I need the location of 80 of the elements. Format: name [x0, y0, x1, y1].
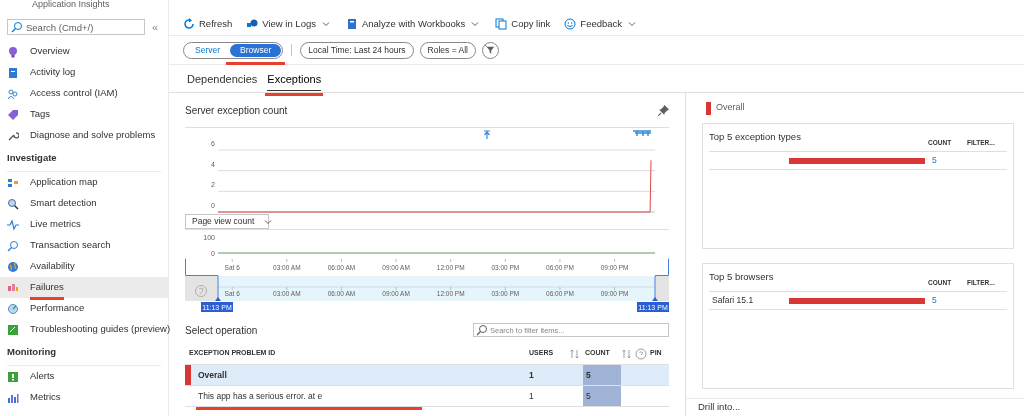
table-cell: This app has a serious error. at e	[198, 389, 323, 403]
guide-icon	[7, 323, 19, 336]
chart-title: Server exception count	[185, 103, 288, 118]
selection-marker	[185, 365, 191, 385]
sidebar-item[interactable]: Availability	[0, 256, 168, 277]
toolbar-button[interactable]: Analyze with Workbooks	[345, 16, 482, 31]
card-title: Top 5 exception types	[709, 130, 801, 144]
section-heading: Monitoring	[7, 345, 57, 360]
toolbar-button[interactable]: Feedback	[564, 16, 639, 31]
sidebar-item[interactable]: Troubleshooting guides (preview)	[0, 319, 168, 340]
count-link[interactable]: 5	[932, 294, 937, 307]
magnifier-icon	[7, 197, 19, 210]
bulb-icon	[7, 45, 19, 58]
sidebar-item[interactable]: Access control (IAM)	[0, 83, 168, 104]
range-handle[interactable]	[652, 276, 658, 302]
help-icon	[635, 347, 647, 360]
search-icon	[11, 21, 23, 33]
legend-swatch	[706, 101, 711, 115]
pulse-icon	[7, 218, 19, 231]
sidebar-item[interactable]: Overview	[0, 41, 168, 62]
bar-chart-icon	[7, 391, 19, 404]
sidebar-item[interactable]: Smart detection	[0, 193, 168, 214]
sidebar-item[interactable]: Performance	[0, 298, 168, 319]
sidebar-item[interactable]: Live metrics	[0, 214, 168, 235]
sidebar-item[interactable]: Tags	[0, 104, 168, 125]
search-icon	[476, 324, 488, 336]
table-cell: 5	[583, 365, 621, 385]
table-cell: Overall	[198, 368, 227, 382]
sidebar-item[interactable]: Alerts	[0, 366, 168, 387]
toolbar-button[interactable]: Copy link	[495, 16, 551, 31]
toolbar-button[interactable]: View in Logs	[246, 16, 332, 31]
table-row[interactable]: This app has a serious error. at e 1 5	[185, 386, 669, 407]
tab[interactable]: Exceptions	[267, 71, 322, 88]
range-handle[interactable]	[215, 276, 221, 302]
table-cell-text: Safari 15.1	[711, 294, 755, 307]
sort-icon	[621, 347, 633, 360]
drill-label: Drill into...	[698, 400, 741, 415]
people-icon	[7, 87, 19, 100]
table-cell: 5	[583, 386, 621, 406]
tag-icon	[7, 108, 19, 121]
count-link[interactable]: 5	[932, 154, 937, 167]
legend-label: Overall	[716, 101, 745, 115]
toolbar-button[interactable]: Refresh	[183, 16, 233, 31]
table-cell-text: 1	[529, 368, 535, 382]
section-title: Select operation	[185, 323, 258, 338]
copy-icon	[495, 17, 508, 30]
chart-icon	[7, 281, 19, 294]
card-title: Top 5 browsers	[709, 270, 774, 284]
alert-icon	[7, 370, 19, 383]
gauge-icon	[7, 302, 19, 315]
table-row[interactable]: Overall 1 5	[185, 365, 669, 386]
search-field[interactable]: Search (Cmd+/)	[7, 19, 145, 35]
pin-icon[interactable]	[658, 104, 669, 116]
search-icon	[7, 239, 19, 252]
refresh-icon	[183, 17, 195, 30]
tab[interactable]: Dependencies	[187, 71, 258, 88]
sidebar-item[interactable]: Transaction search	[0, 235, 168, 256]
collapse-button[interactable]: «	[152, 21, 159, 33]
sidebar-item[interactable]: Diagnose and solve problems	[0, 125, 168, 146]
smiley-icon	[564, 17, 577, 30]
sidebar-item[interactable]: Metrics	[0, 387, 168, 408]
metric-dropdown[interactable]: Page view count	[185, 214, 269, 229]
wrench-icon	[7, 129, 19, 142]
sidebar-item[interactable]: Failures	[0, 277, 168, 298]
tab-indicator	[267, 89, 322, 91]
toggle-option[interactable]: Server	[185, 43, 231, 57]
filter-icon	[485, 45, 496, 55]
sidebar-item[interactable]: Activity log	[0, 62, 168, 83]
app-title: Application Insights	[31, 0, 111, 11]
logs-icon	[246, 17, 259, 30]
sidebar-item[interactable]: Application map	[0, 172, 168, 193]
event-marker-icon[interactable]	[632, 130, 652, 137]
section-heading: Investigate	[7, 151, 57, 166]
globe-icon	[7, 260, 19, 273]
book-icon	[345, 17, 358, 30]
document-icon	[7, 66, 19, 79]
event-marker-icon[interactable]	[483, 130, 491, 140]
table-cell-text: 1	[529, 389, 535, 403]
nodes-icon	[7, 176, 19, 189]
sort-icon	[569, 347, 581, 360]
